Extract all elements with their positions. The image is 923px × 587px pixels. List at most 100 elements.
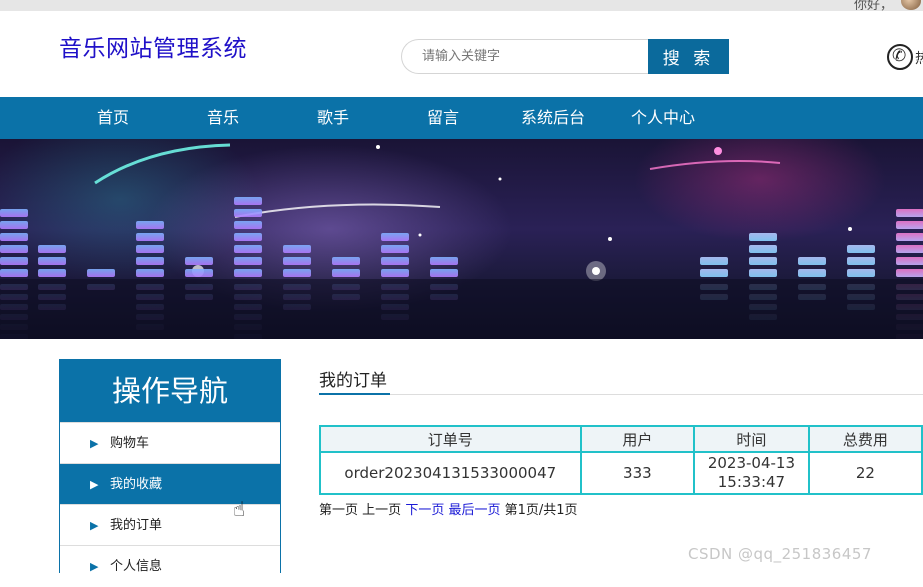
sidebar-item-favorites[interactable]: ▶ 我的收藏 bbox=[60, 463, 280, 504]
equalizer-bar bbox=[234, 221, 262, 229]
order-id-cell: order202304131533000047 bbox=[319, 451, 582, 495]
column-header-total: 总费用 bbox=[807, 425, 923, 453]
column-header-user: 用户 bbox=[579, 425, 696, 453]
equalizer-bar bbox=[0, 221, 28, 229]
nav-item-admin[interactable]: 系统后台 bbox=[521, 97, 585, 139]
side-navigation: 操作导航 ▶ 购物车 ▶ 我的收藏 ▶ 我的订单 ▶ 个人信息 bbox=[59, 359, 281, 574]
equalizer-bar bbox=[896, 221, 923, 229]
equalizer-bar bbox=[283, 245, 311, 253]
sidebar-item-profile[interactable]: ▶ 个人信息 bbox=[60, 545, 280, 586]
phone-icon bbox=[887, 44, 913, 70]
hotline-text: 热 bbox=[915, 51, 923, 67]
equalizer-bar bbox=[87, 269, 115, 277]
banner-image bbox=[0, 139, 923, 339]
equalizer-bar bbox=[136, 233, 164, 241]
equalizer-bar bbox=[381, 245, 409, 253]
equalizer-bar bbox=[185, 269, 213, 277]
orders-table: 订单号 用户 时间 总费用 order202304131533000047 33… bbox=[319, 425, 923, 495]
equalizer-bar bbox=[381, 269, 409, 277]
triangle-right-icon: ▶ bbox=[90, 478, 99, 491]
equalizer-bar bbox=[896, 245, 923, 253]
watermark-text: CSDN @qq_251836457 bbox=[688, 545, 872, 563]
equalizer-bar bbox=[381, 233, 409, 241]
equalizer-bar bbox=[38, 269, 66, 277]
equalizer-bar bbox=[283, 269, 311, 277]
triangle-right-icon: ▶ bbox=[90, 519, 99, 532]
time-cell: 2023-04-13 15:33:47 bbox=[693, 451, 810, 495]
table-row[interactable]: order202304131533000047 333 2023-04-13 1… bbox=[319, 451, 923, 495]
sidebar-item-label: 我的订单 bbox=[110, 518, 163, 533]
equalizer-bar bbox=[0, 209, 28, 217]
nav-item-music[interactable]: 音乐 bbox=[207, 97, 239, 139]
total-cell: 22 bbox=[807, 451, 923, 495]
table-header-row: 订单号 用户 时间 总费用 bbox=[319, 425, 923, 453]
equalizer-bar bbox=[0, 245, 28, 253]
greeting-text: 你好， bbox=[853, 0, 893, 13]
equalizer-bar bbox=[896, 269, 923, 277]
column-header-time: 时间 bbox=[693, 425, 810, 453]
equalizer-bar bbox=[38, 245, 66, 253]
equalizer-bar bbox=[0, 257, 28, 265]
equalizer-bar bbox=[798, 269, 826, 277]
sidebar-item-orders[interactable]: ▶ 我的订单 bbox=[60, 504, 280, 545]
pager-last-link[interactable]: 最后一页 bbox=[448, 503, 500, 518]
equalizer-bar bbox=[332, 269, 360, 277]
pager-first[interactable]: 第一页 bbox=[319, 503, 358, 518]
equalizer-bar bbox=[283, 257, 311, 265]
equalizer-bar bbox=[749, 257, 777, 265]
equalizer-bar bbox=[381, 257, 409, 265]
equalizer-bar bbox=[234, 209, 262, 217]
equalizer-bar bbox=[136, 221, 164, 229]
column-header-order-id: 订单号 bbox=[319, 425, 582, 453]
avatar[interactable] bbox=[901, 0, 921, 10]
nav-item-message[interactable]: 留言 bbox=[427, 97, 459, 139]
equalizer-bar bbox=[0, 269, 28, 277]
pager-prev[interactable]: 上一页 bbox=[362, 503, 401, 518]
equalizer-bar bbox=[332, 257, 360, 265]
title-divider bbox=[319, 394, 923, 395]
equalizer-bar bbox=[234, 245, 262, 253]
equalizer-bar bbox=[0, 233, 28, 241]
search-button[interactable]: 搜 索 bbox=[648, 39, 729, 74]
equalizer-bar bbox=[430, 257, 458, 265]
triangle-right-icon: ▶ bbox=[90, 437, 99, 450]
equalizer-bar bbox=[234, 269, 262, 277]
equalizer-bar bbox=[38, 257, 66, 265]
equalizer-bar bbox=[847, 245, 875, 253]
equalizer-bar bbox=[896, 257, 923, 265]
equalizer-bar bbox=[234, 257, 262, 265]
sidebar-item-cart[interactable]: ▶ 购物车 bbox=[60, 422, 280, 463]
triangle-right-icon: ▶ bbox=[90, 560, 99, 573]
equalizer-graphic bbox=[0, 143, 923, 339]
equalizer-bar bbox=[700, 269, 728, 277]
equalizer-bar bbox=[185, 257, 213, 265]
equalizer-bar bbox=[749, 245, 777, 253]
page-title: 我的订单 bbox=[319, 371, 387, 391]
search-bar: 搜 索 bbox=[401, 39, 729, 74]
nav-item-singer[interactable]: 歌手 bbox=[317, 97, 349, 139]
equalizer-bar bbox=[136, 269, 164, 277]
sidebar-item-label: 购物车 bbox=[110, 436, 150, 451]
title-accent-bar bbox=[319, 393, 390, 395]
equalizer-bar bbox=[234, 197, 262, 205]
equalizer-bar bbox=[847, 269, 875, 277]
equalizer-bar bbox=[798, 257, 826, 265]
search-input[interactable] bbox=[401, 39, 651, 74]
hand-cursor-icon: ☝ bbox=[233, 497, 246, 521]
equalizer-bar bbox=[749, 233, 777, 241]
top-bar: 你好， bbox=[0, 0, 923, 13]
side-nav-title: 操作导航 bbox=[60, 360, 280, 422]
equalizer-bar bbox=[234, 233, 262, 241]
sidebar-item-label: 我的收藏 bbox=[110, 477, 163, 492]
pager-next-link[interactable]: 下一页 bbox=[405, 503, 444, 518]
nav-item-profile[interactable]: 个人中心 bbox=[631, 97, 695, 139]
equalizer-bar bbox=[896, 209, 923, 217]
site-logo[interactable]: 音乐网站管理系统 bbox=[59, 29, 247, 63]
pagination: 第一页 上一页 下一页 最后一页 第1页/共1页 bbox=[319, 499, 578, 518]
user-cell: 333 bbox=[579, 451, 696, 495]
pager-status: 第1页/共1页 bbox=[504, 503, 578, 518]
equalizer-bar bbox=[749, 269, 777, 277]
equalizer-bar bbox=[847, 257, 875, 265]
nav-item-home[interactable]: 首页 bbox=[97, 97, 129, 139]
equalizer-bar bbox=[136, 245, 164, 253]
